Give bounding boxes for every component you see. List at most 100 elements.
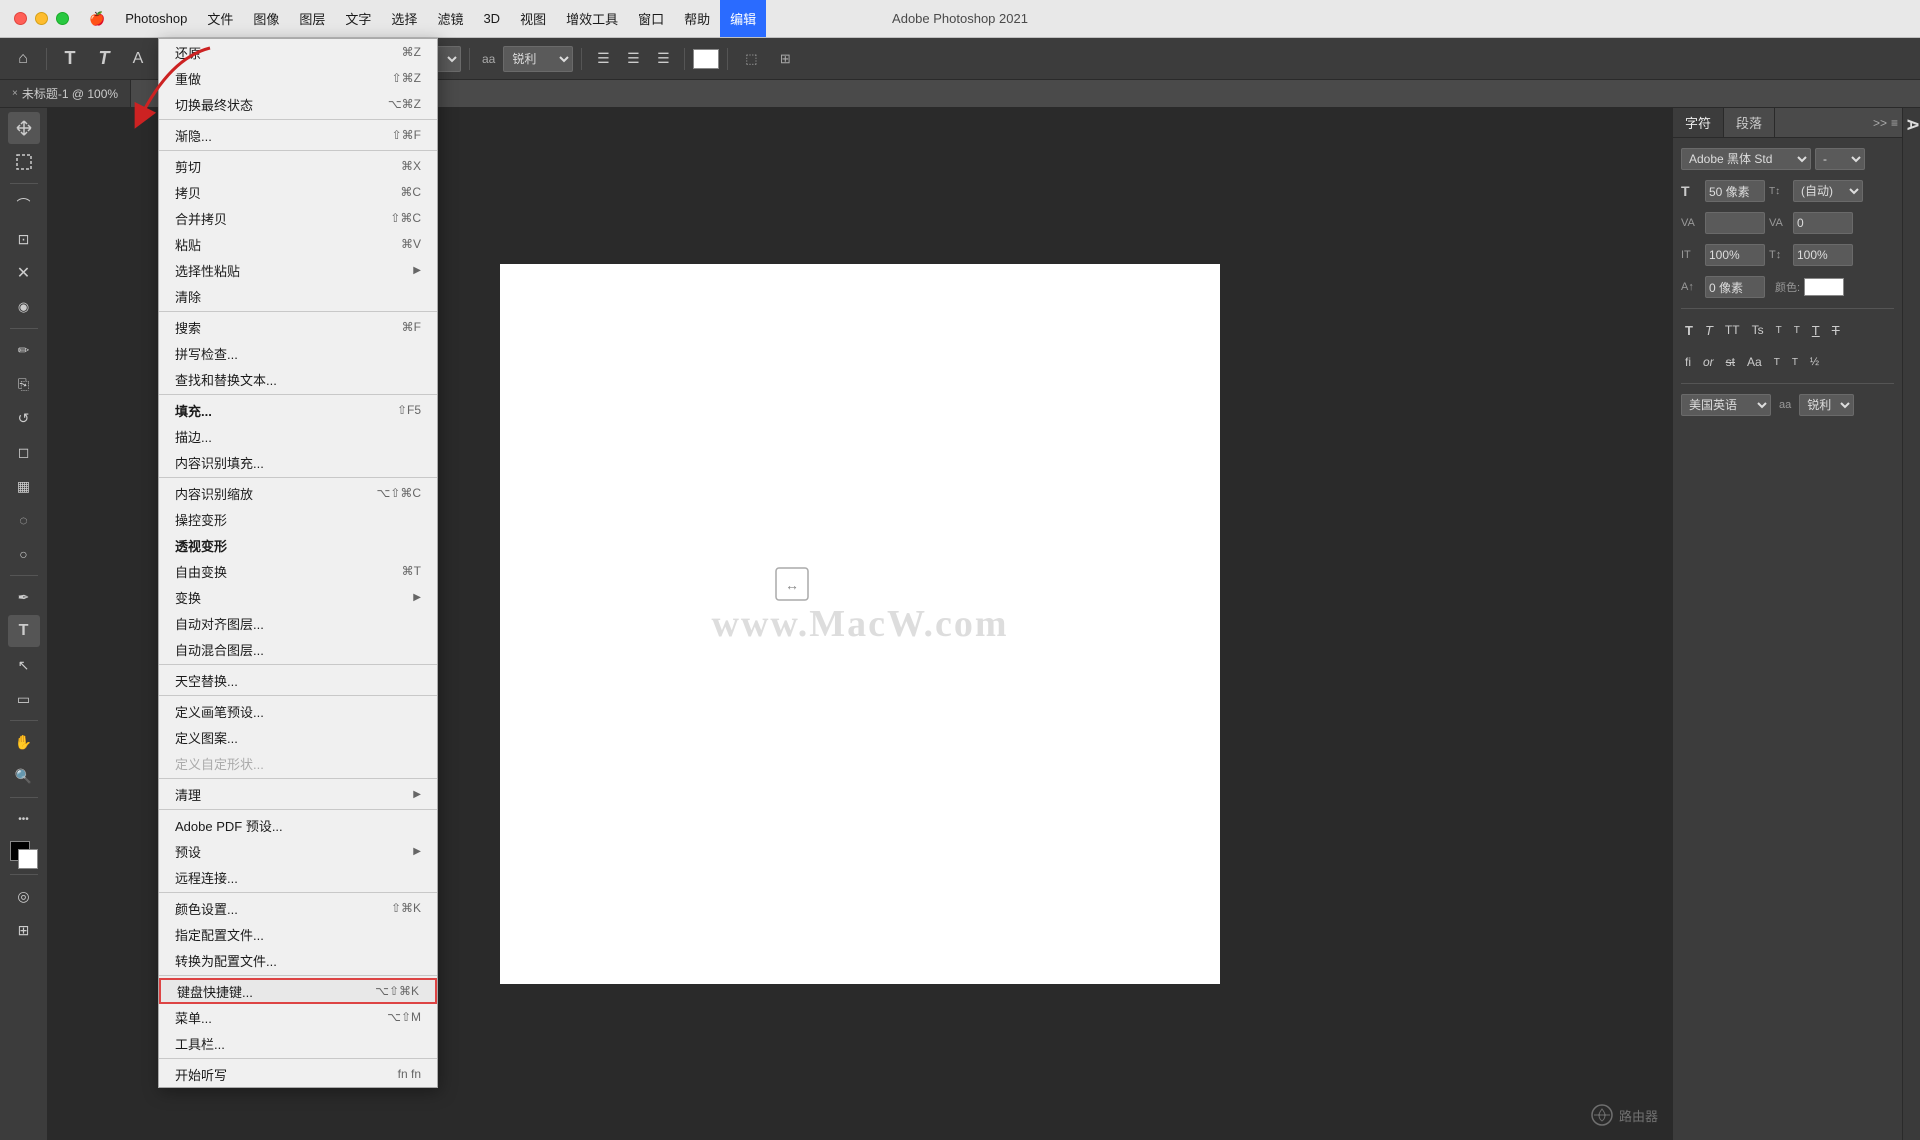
- menu-help[interactable]: 帮助: [674, 0, 720, 37]
- panel-vscale-input[interactable]: [1793, 244, 1853, 266]
- menu-item-define_brush[interactable]: 定义画笔预设...: [159, 698, 437, 724]
- hand-tool[interactable]: ✋: [8, 726, 40, 758]
- char-para-panel-button[interactable]: ⊞: [770, 44, 800, 74]
- style-bold[interactable]: T: [1681, 321, 1697, 340]
- menu-select[interactable]: 选择: [381, 0, 427, 37]
- tab-paragraph[interactable]: 段落: [1724, 108, 1775, 137]
- clone-stamp[interactable]: ⎘: [8, 368, 40, 400]
- style-smallcaps[interactable]: Ts: [1748, 321, 1768, 339]
- shape-tool[interactable]: ▭: [8, 683, 40, 715]
- menu-view[interactable]: 视图: [510, 0, 556, 37]
- style-super[interactable]: T: [1772, 323, 1786, 338]
- menu-type[interactable]: 文字: [335, 0, 381, 37]
- eyedropper-tool[interactable]: ✕: [8, 257, 40, 289]
- menu-item-cut[interactable]: 剪切⌘X: [159, 153, 437, 179]
- menu-item-paste_special[interactable]: 选择性粘贴▶: [159, 257, 437, 283]
- panel-font-family[interactable]: Adobe 黑体 Std: [1681, 148, 1811, 170]
- frac-T1[interactable]: T: [1770, 355, 1784, 370]
- style-strikethrough[interactable]: T: [1828, 321, 1844, 340]
- panel-language-select[interactable]: 美国英语: [1681, 394, 1771, 416]
- menu-item-assign_profile[interactable]: 指定配置文件...: [159, 921, 437, 947]
- menu-image[interactable]: 图像: [243, 0, 289, 37]
- menu-item-copy[interactable]: 拷贝⌘C: [159, 179, 437, 205]
- panel-baseline-input[interactable]: [1705, 276, 1765, 298]
- panel-aa-method-select[interactable]: 锐利: [1799, 394, 1854, 416]
- menu-3d[interactable]: 3D: [473, 0, 510, 37]
- menu-layer[interactable]: 图层: [289, 0, 335, 37]
- text-tool[interactable]: T: [8, 615, 40, 647]
- panel-leading-select[interactable]: (自动): [1793, 180, 1863, 202]
- tab-character[interactable]: 字符: [1673, 108, 1724, 137]
- align-left-button[interactable]: ☰: [590, 46, 616, 72]
- style-sub[interactable]: T: [1790, 323, 1804, 338]
- align-right-button[interactable]: ☰: [650, 46, 676, 72]
- screen-mode[interactable]: ⊞: [8, 914, 40, 946]
- close-button[interactable]: [14, 12, 27, 25]
- move-tool[interactable]: [8, 112, 40, 144]
- home-button[interactable]: ⌂: [8, 44, 38, 74]
- history-brush[interactable]: ↺: [8, 402, 40, 434]
- maximize-button[interactable]: [56, 12, 69, 25]
- menu-item-keyboard_shortcuts[interactable]: 键盘快捷键...⌥⇧⌘K: [159, 978, 437, 1004]
- panel-color-swatch[interactable]: [1804, 278, 1844, 296]
- liga-or[interactable]: or: [1699, 353, 1718, 371]
- document-tab[interactable]: × 未标题-1 @ 100%: [0, 80, 131, 107]
- anti-alias-select[interactable]: 锐利: [503, 46, 573, 72]
- style-italic[interactable]: T: [1701, 321, 1717, 340]
- menu-item-presets[interactable]: 预设▶: [159, 838, 437, 864]
- frac-half[interactable]: ½: [1806, 354, 1823, 370]
- menu-item-clear[interactable]: 清除: [159, 283, 437, 309]
- blur-tool[interactable]: ◌: [8, 504, 40, 536]
- menu-item-findreplace[interactable]: 查找和替换文本...: [159, 366, 437, 392]
- lasso-tool[interactable]: ⌒: [8, 189, 40, 221]
- menu-item-free_transform[interactable]: 自由变换⌘T: [159, 558, 437, 584]
- menu-item-remote[interactable]: 远程连接...: [159, 864, 437, 890]
- panel-menu-btn[interactable]: ≡: [1891, 116, 1898, 130]
- tab-close-button[interactable]: ×: [12, 88, 18, 99]
- style-allcaps[interactable]: TT: [1721, 321, 1744, 339]
- menu-enhance[interactable]: 增效工具: [556, 0, 628, 37]
- menu-item-stroke[interactable]: 描边...: [159, 423, 437, 449]
- liga-st[interactable]: st: [1722, 353, 1739, 371]
- minimize-button[interactable]: [35, 12, 48, 25]
- panel-font-style[interactable]: -: [1815, 148, 1865, 170]
- panel-hscale-input[interactable]: [1705, 244, 1765, 266]
- zoom-tool[interactable]: 🔍: [8, 760, 40, 792]
- extra-tools[interactable]: •••: [8, 803, 40, 835]
- menu-filter[interactable]: 滤镜: [427, 0, 473, 37]
- text-tool-italic[interactable]: T: [89, 44, 119, 74]
- panel-expand-btn[interactable]: >>: [1873, 116, 1887, 130]
- text-tool-T[interactable]: T: [55, 44, 85, 74]
- text-tool-other[interactable]: A: [123, 44, 153, 74]
- liga-fi[interactable]: fi: [1681, 353, 1695, 371]
- menu-item-redo[interactable]: 重做⇧⌘Z: [159, 65, 437, 91]
- pen-tool[interactable]: ✒: [8, 581, 40, 613]
- panel-kerning-input[interactable]: [1705, 212, 1765, 234]
- menu-item-fade[interactable]: 渐隐...⇧⌘F: [159, 122, 437, 148]
- menu-item-start_dictation[interactable]: 开始听写fn fn: [159, 1061, 437, 1087]
- path-select[interactable]: ↖: [8, 649, 40, 681]
- menu-item-content_scale[interactable]: 内容识别缩放⌥⇧⌘C: [159, 480, 437, 506]
- eraser-tool[interactable]: ◻: [8, 436, 40, 468]
- menu-item-copy_merged[interactable]: 合并拷贝⇧⌘C: [159, 205, 437, 231]
- menu-item-sky_replace[interactable]: 天空替换...: [159, 667, 437, 693]
- menu-item-purge[interactable]: 清理▶: [159, 781, 437, 807]
- menu-item-transform[interactable]: 变换▶: [159, 584, 437, 610]
- gradient-tool[interactable]: ▦: [8, 470, 40, 502]
- menu-file[interactable]: 文件: [197, 0, 243, 37]
- menu-item-toggle_last[interactable]: 切换最终状态⌥⌘Z: [159, 91, 437, 117]
- menu-item-toolbar[interactable]: 工具栏...: [159, 1030, 437, 1056]
- menu-item-convert_profile[interactable]: 转换为配置文件...: [159, 947, 437, 973]
- warp-text-button[interactable]: ⬚: [736, 44, 766, 74]
- menu-item-auto_align[interactable]: 自动对齐图层...: [159, 610, 437, 636]
- style-underline[interactable]: T: [1808, 321, 1824, 340]
- menu-window[interactable]: 窗口: [628, 0, 674, 37]
- menu-item-paste[interactable]: 粘贴⌘V: [159, 231, 437, 257]
- menu-item-spellcheck[interactable]: 拼写检查...: [159, 340, 437, 366]
- menu-item-search[interactable]: 搜索⌘F: [159, 314, 437, 340]
- menu-item-undo[interactable]: 还原⌘Z: [159, 39, 437, 65]
- menu-item-menus[interactable]: 菜单...⌥⇧M: [159, 1004, 437, 1030]
- align-center-button[interactable]: ☰: [620, 46, 646, 72]
- menu-item-puppet_warp[interactable]: 操控变形: [159, 506, 437, 532]
- menu-item-define_pattern[interactable]: 定义图案...: [159, 724, 437, 750]
